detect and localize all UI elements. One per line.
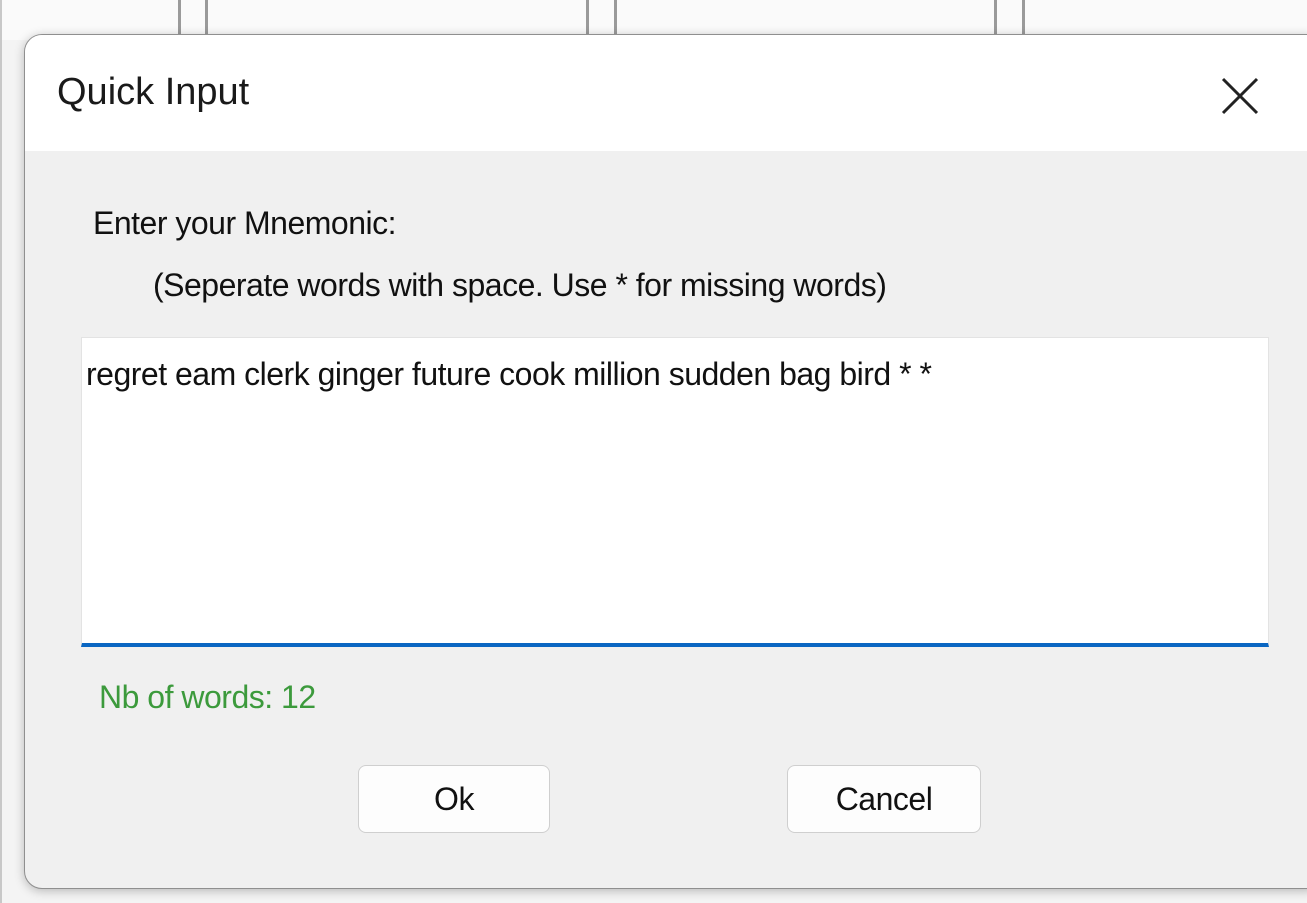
- ok-button[interactable]: Ok: [358, 765, 550, 833]
- word-count-label: Nb of words: 12: [99, 679, 316, 715]
- dialog-title: Quick Input: [57, 71, 250, 113]
- mnemonic-prompt-label: Enter your Mnemonic:: [93, 205, 397, 241]
- quick-input-dialog: Quick Input Enter your Mnemonic: (Sepera…: [24, 34, 1307, 889]
- close-button[interactable]: [1217, 73, 1265, 121]
- mnemonic-hint-label: (Seperate words with space. Use * for mi…: [153, 267, 887, 303]
- desktop-background: Quick Input Enter your Mnemonic: (Sepera…: [0, 0, 1307, 903]
- dialog-titlebar[interactable]: Quick Input: [25, 35, 1307, 151]
- cancel-button[interactable]: Cancel: [787, 765, 981, 833]
- close-icon: [1221, 77, 1259, 115]
- background-divider: [0, 0, 2, 903]
- mnemonic-input[interactable]: regret eam clerk ginger future cook mill…: [81, 337, 1269, 647]
